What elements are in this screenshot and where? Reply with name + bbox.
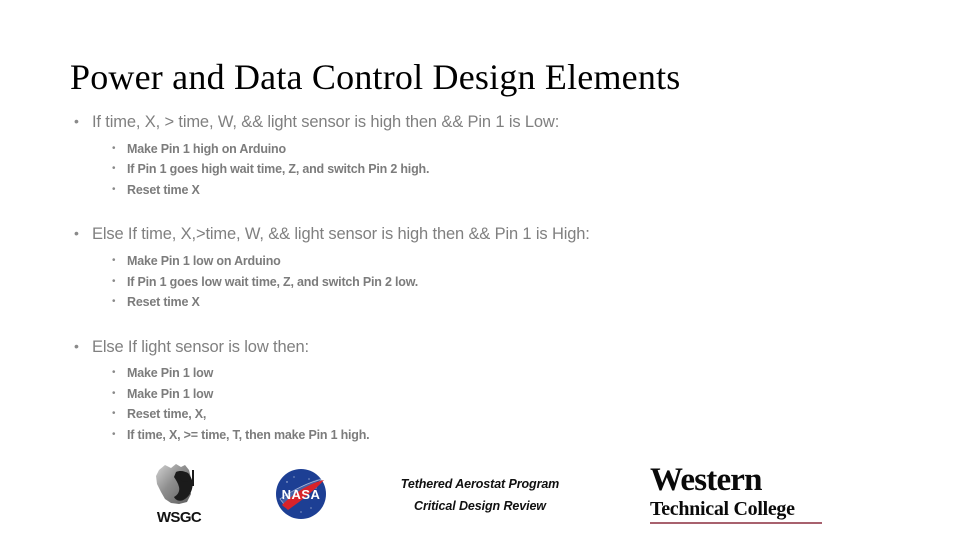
bullet-point-icon: • xyxy=(112,296,116,308)
bullet-level2-text: Make Pin 1 low on Arduino xyxy=(127,254,281,269)
bullet-point-icon: • xyxy=(112,428,116,440)
bullet-level2-text: If Pin 1 goes low wait time, Z, and swit… xyxy=(127,274,419,289)
bullet-point-icon: • xyxy=(74,225,79,242)
bullet-level2-text: Reset time X xyxy=(127,182,200,197)
bullet-point-icon: • xyxy=(112,142,116,154)
bullet-point-icon: • xyxy=(112,275,116,287)
bullet-level2-text: Make Pin 1 low xyxy=(127,366,214,381)
western-technical-college-logo: Western Technical College xyxy=(650,464,822,524)
bullet-level1-text: Else If time, X,>time, W, && light senso… xyxy=(92,225,590,244)
bullet-level2-text: If Pin 1 goes high wait time, Z, and swi… xyxy=(127,162,430,177)
slide-footer: WSGC NASA Tethered Aerostat Program Crit… xyxy=(0,454,960,540)
program-title: Tethered Aerostat Program Critical Desig… xyxy=(370,474,590,517)
wisconsin-map-icon xyxy=(156,464,194,504)
bullet-level2: • Reset time, X, xyxy=(110,404,900,425)
bullet-point-icon: • xyxy=(112,367,116,379)
bullet-level2: • Make Pin 1 high on Arduino xyxy=(110,139,900,160)
nasa-logo-icon: NASA xyxy=(276,469,326,519)
western-wordmark: Western xyxy=(650,462,763,498)
bullet-point-icon: • xyxy=(112,183,116,195)
bullet-point-icon: • xyxy=(74,337,79,354)
bullet-group: • Else If light sensor is low then: • Ma… xyxy=(70,337,900,446)
bullet-level2-text: Reset time X xyxy=(127,295,200,310)
bullet-level2-text: Make Pin 1 low xyxy=(127,386,214,401)
wsgc-wordmark: WSGC xyxy=(156,509,202,526)
bullet-point-icon: • xyxy=(74,113,79,129)
presentation-slide: Power and Data Control Design Elements •… xyxy=(0,0,960,540)
bullet-level2: • If Pin 1 goes low wait time, Z, and sw… xyxy=(110,272,900,293)
bullet-sublist: • Make Pin 1 high on Arduino • If Pin 1 … xyxy=(70,139,900,201)
bullet-point-icon: • xyxy=(112,408,116,420)
bullet-level2-text: Make Pin 1 high on Arduino xyxy=(127,141,286,156)
page-title: Power and Data Control Design Elements xyxy=(70,57,681,97)
wsgc-logo: WSGC xyxy=(145,462,213,526)
bullet-group: • If time, X, > time, W, && light sensor… xyxy=(70,112,900,200)
bullet-level1-text: If time, X, > time, W, && light sensor i… xyxy=(92,113,560,131)
bullet-level2-text: Reset time, X, xyxy=(127,407,207,422)
bullet-level2: • Make Pin 1 low on Arduino xyxy=(110,251,900,272)
technical-college-wordmark: Technical College xyxy=(650,498,795,520)
bullet-level2: • Make Pin 1 low xyxy=(110,384,900,405)
bullet-level1: • Else If light sensor is low then: xyxy=(70,337,900,359)
bullet-point-icon: • xyxy=(112,255,116,267)
bullet-point-icon: • xyxy=(112,387,116,399)
bullet-sublist: • Make Pin 1 low on Arduino • If Pin 1 g… xyxy=(70,251,900,313)
western-logo-rule xyxy=(650,522,822,524)
bullet-level1: • Else If time, X,>time, W, && light sen… xyxy=(70,224,900,246)
slide-body: • If time, X, > time, W, && light sensor… xyxy=(70,112,900,445)
bullet-sublist: • Make Pin 1 low • Make Pin 1 low • Rese… xyxy=(70,363,900,445)
nasa-wordmark: NASA xyxy=(282,487,321,502)
bullet-level2: • If time, X, >= time, T, then make Pin … xyxy=(110,425,900,446)
bullet-level1: • If time, X, > time, W, && light sensor… xyxy=(70,112,900,134)
program-line-2: Critical Design Review xyxy=(414,498,546,513)
bullet-level2-text: If time, X, >= time, T, then make Pin 1 … xyxy=(127,427,370,442)
bullet-level1-text: Else If light sensor is low then: xyxy=(92,337,309,356)
bullet-group: • Else If time, X,>time, W, && light sen… xyxy=(70,224,900,312)
bullet-level2: • Make Pin 1 low xyxy=(110,363,900,384)
bullet-level2: • Reset time X xyxy=(110,180,900,201)
bullet-level2: • Reset time X xyxy=(110,292,900,313)
bullet-level2: • If Pin 1 goes high wait time, Z, and s… xyxy=(110,159,900,180)
program-line-1: Tethered Aerostat Program xyxy=(400,477,560,491)
bullet-point-icon: • xyxy=(112,163,116,175)
